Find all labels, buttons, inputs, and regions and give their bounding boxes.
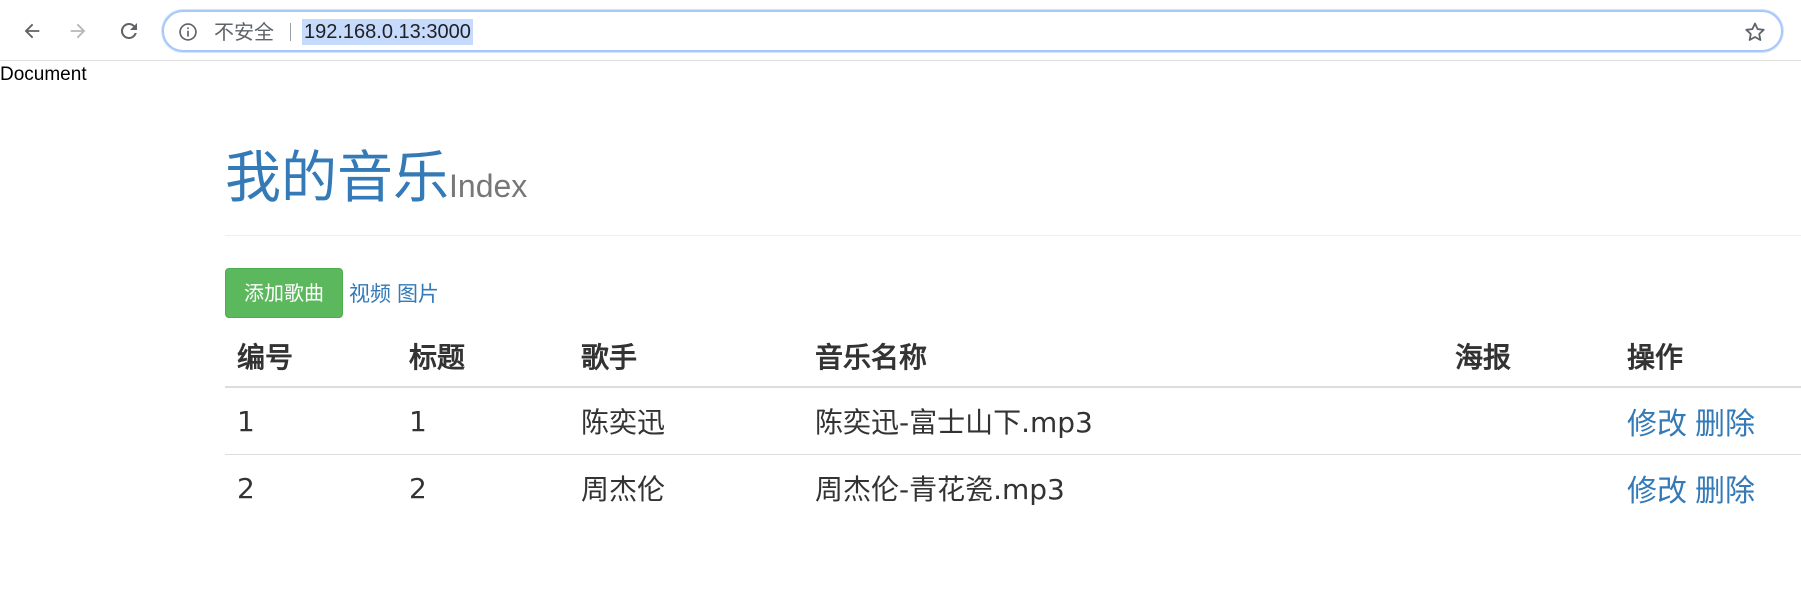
action-bar: 添加歌曲 视频 图片 <box>225 268 1801 318</box>
column-header-id: 编号 <box>225 326 397 388</box>
table-row: 2 2 周杰伦 周杰伦-青花瓷.mp3 修改 删除 <box>225 455 1801 522</box>
browser-toolbar: 不安全 192.168.0.13:3000 <box>0 0 1801 61</box>
arrow-left-icon <box>24 23 40 39</box>
cell-singer: 周杰伦 <box>581 473 666 506</box>
music-table: 编号 标题 歌手 音乐名称 海报 操作 1 1 陈奕迅 陈奕迅-富士山下.mp3… <box>225 326 1801 521</box>
video-link[interactable]: 视频 <box>349 278 391 308</box>
cell-poster <box>1443 455 1615 522</box>
divider <box>290 23 291 41</box>
column-header-singer: 歌手 <box>569 326 803 388</box>
column-header-actions: 操作 <box>1615 326 1801 388</box>
address-bar[interactable]: 不安全 192.168.0.13:3000 <box>162 10 1783 52</box>
cell-singer: 陈奕迅 <box>569 387 803 455</box>
delete-link[interactable]: 删除 <box>1695 474 1755 509</box>
star-icon[interactable] <box>1743 20 1767 44</box>
document-title: Document <box>0 64 87 85</box>
column-header-title: 标题 <box>397 326 569 388</box>
forward-button[interactable] <box>60 13 96 49</box>
cell-actions: 修改 删除 <box>1615 455 1801 522</box>
cell-poster <box>1443 387 1615 455</box>
image-link[interactable]: 图片 <box>397 278 439 308</box>
edit-link[interactable]: 修改 <box>1627 407 1687 442</box>
security-label[interactable]: 不安全 <box>214 21 274 43</box>
cell-music: 陈奕迅-富士山下.mp3 <box>803 387 1443 455</box>
delete-link[interactable]: 删除 <box>1695 407 1755 442</box>
cell-id: 1 <box>225 387 397 455</box>
cell-title: 1 <box>397 387 569 455</box>
brand-link[interactable]: 我的音乐 <box>225 146 449 211</box>
arrow-right-icon <box>70 23 86 39</box>
reload-icon <box>120 22 137 39</box>
edit-link[interactable]: 修改 <box>1627 474 1687 509</box>
column-header-music: 音乐名称 <box>803 326 1443 388</box>
cell-title: 2 <box>409 471 427 505</box>
table-row: 1 1 陈奕迅 陈奕迅-富士山下.mp3 修改 删除 <box>225 387 1801 455</box>
cell-id: 2 <box>237 471 255 505</box>
main-container: 我的音乐Index 添加歌曲 视频 图片 编号 标题 歌手 音乐名称 海报 操作… <box>225 100 1801 521</box>
page-header: 我的音乐Index <box>225 147 1801 236</box>
column-header-poster: 海报 <box>1443 326 1615 388</box>
url-text[interactable]: 192.168.0.13:3000 <box>302 19 473 45</box>
cell-actions: 修改 删除 <box>1615 387 1801 455</box>
add-song-button[interactable]: 添加歌曲 <box>225 268 343 318</box>
back-button[interactable] <box>14 13 50 49</box>
page-subtitle: Index <box>449 168 528 204</box>
info-icon[interactable] <box>178 22 198 42</box>
reload-button[interactable] <box>111 13 147 49</box>
table-header-row: 编号 标题 歌手 音乐名称 海报 操作 <box>225 326 1801 388</box>
cell-music: 周杰伦-青花瓷.mp3 <box>815 473 1065 506</box>
